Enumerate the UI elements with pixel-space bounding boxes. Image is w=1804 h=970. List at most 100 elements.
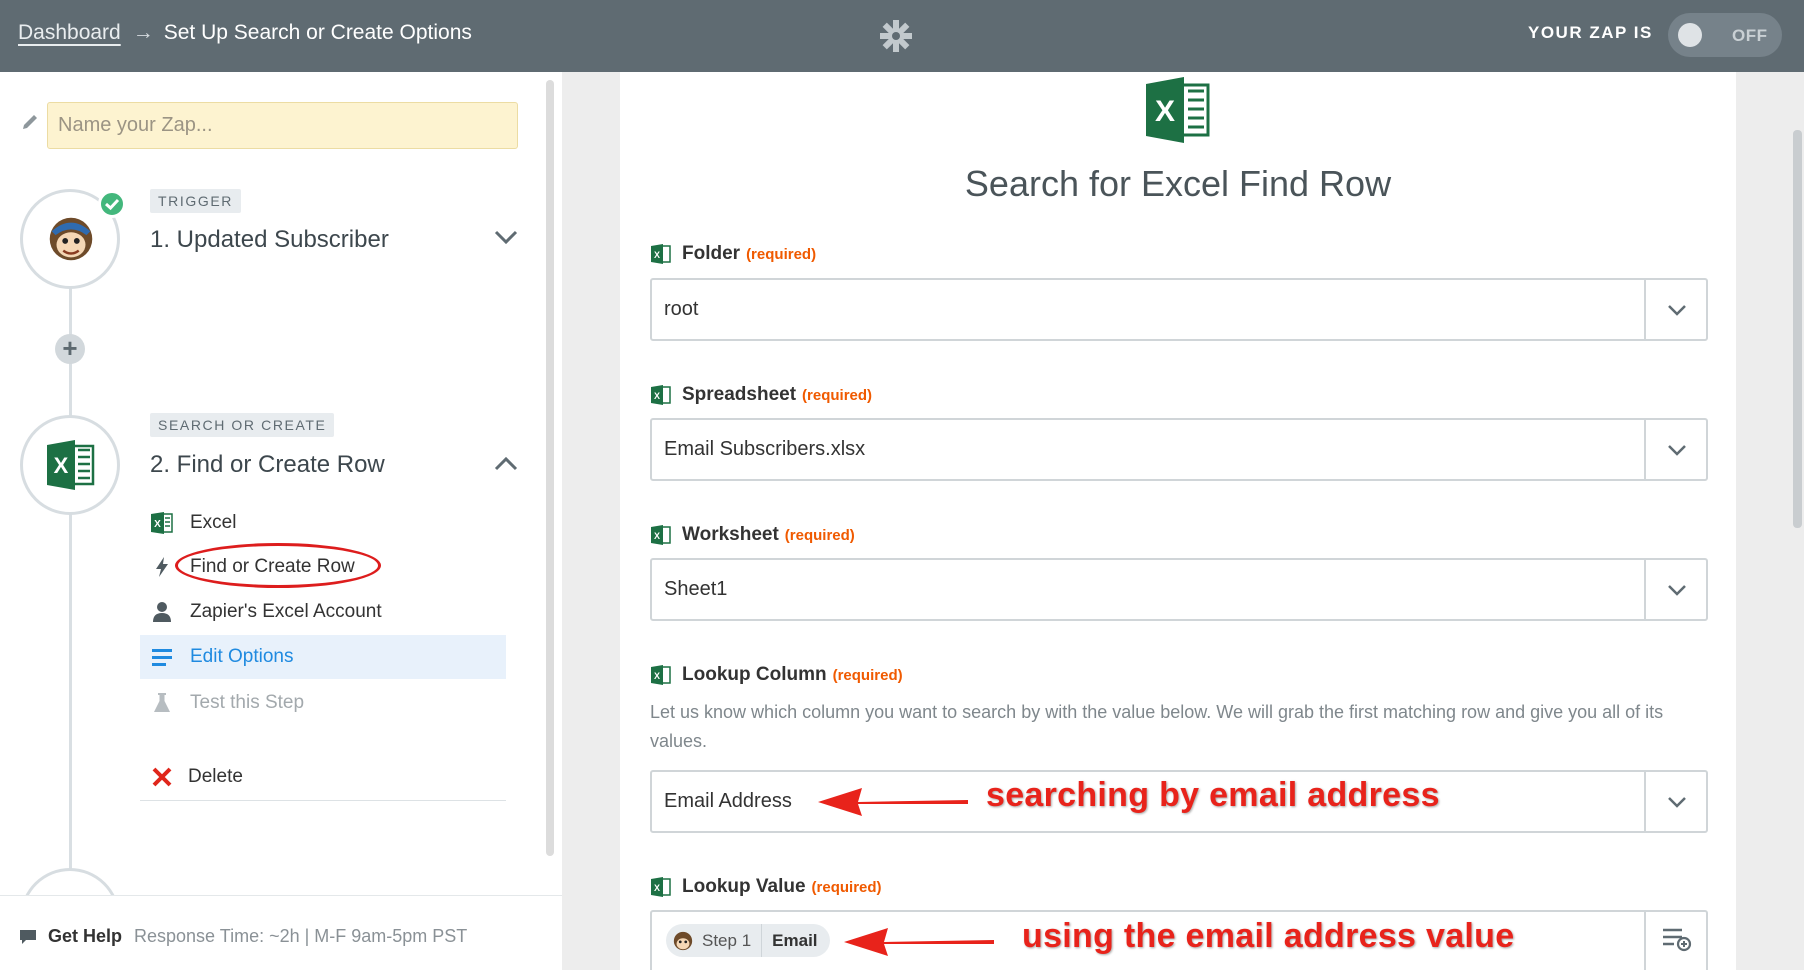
worksheet-select[interactable]: Sheet1 xyxy=(650,558,1708,621)
chevron-up-icon[interactable] xyxy=(493,451,519,477)
sub-step-label: Edit Options xyxy=(190,646,294,667)
annotation-arrow-icon xyxy=(818,788,968,816)
lookup-column-value: Email Address xyxy=(664,790,792,812)
chevron-down-icon xyxy=(1668,585,1686,596)
chevron-down-icon xyxy=(1668,305,1686,316)
spreadsheet-select[interactable]: Email Subscribers.xlsx xyxy=(650,418,1708,481)
divider xyxy=(140,800,506,801)
insert-field-icon xyxy=(1663,928,1692,952)
field-label-text: Folder xyxy=(682,243,741,264)
insert-field-button[interactable] xyxy=(1644,912,1706,970)
spreadsheet-value: Email Subscribers.xlsx xyxy=(664,438,866,460)
chevron-down-icon xyxy=(1668,797,1686,808)
sub-step-test[interactable]: Test this Step xyxy=(150,688,304,718)
pill-field-label: Email xyxy=(772,930,818,950)
worksheet-dropdown-button[interactable] xyxy=(1644,560,1706,619)
annotation-lookup-column: searching by email address xyxy=(986,776,1440,814)
sub-step-app[interactable]: X Excel xyxy=(150,508,236,538)
sub-step-edit-options[interactable]: Edit Options xyxy=(150,642,294,672)
zap-name-input[interactable] xyxy=(47,102,518,149)
step-timeline xyxy=(69,212,72,898)
excel-icon: X xyxy=(651,525,671,545)
get-help-link[interactable]: Get Help xyxy=(48,926,122,947)
list-icon xyxy=(152,649,172,666)
zap-on-off-toggle[interactable]: OFF xyxy=(1668,13,1782,57)
step-field-pill[interactable]: Step 1 Email xyxy=(666,924,830,957)
field-label-text: Worksheet xyxy=(682,524,779,545)
main-panel xyxy=(620,72,1736,970)
delete-label: Delete xyxy=(188,766,243,787)
chevron-down-icon xyxy=(1668,445,1686,456)
folder-value: root xyxy=(664,298,699,320)
trigger-tag: TRIGGER xyxy=(150,189,241,213)
response-time-text: Response Time: ~2h | M-F 9am-5pm PST xyxy=(134,926,468,946)
excel-icon: X xyxy=(651,244,671,264)
svg-text:X: X xyxy=(654,531,660,541)
action-tag: SEARCH OR CREATE xyxy=(150,413,335,437)
annotation-arrow-icon xyxy=(844,928,994,956)
excel-logo-icon: X xyxy=(1146,77,1210,143)
zap-status-label: YOUR ZAP IS xyxy=(1528,23,1653,42)
page-title: Search for Excel Find Row xyxy=(964,163,1392,204)
pill-step-label: Step 1 xyxy=(702,930,752,950)
top-bar: Dashboard → Set Up Search or Create Opti… xyxy=(0,0,1804,72)
svg-text:X: X xyxy=(654,671,660,681)
breadcrumb-current: Set Up Search or Create Options xyxy=(163,21,472,44)
delete-step-button[interactable]: Delete xyxy=(150,765,243,789)
excel-icon: X xyxy=(151,512,173,534)
action-step-circle[interactable]: X xyxy=(20,415,120,515)
lookup-column-help: Let us know which column you want to sea… xyxy=(650,702,1664,751)
svg-text:X: X xyxy=(1155,95,1175,128)
annotation-lookup-value: using the email address value xyxy=(1022,917,1515,955)
required-marker: (required) xyxy=(802,386,873,404)
main-scrollbar[interactable] xyxy=(1793,130,1802,528)
flask-icon xyxy=(154,693,170,712)
excel-icon: X xyxy=(651,665,671,685)
folder-dropdown-button[interactable] xyxy=(1644,280,1706,339)
folder-label: X Folder (required) xyxy=(650,243,816,265)
mailchimp-icon xyxy=(673,931,693,950)
required-marker: (required) xyxy=(832,666,903,684)
pencil-icon xyxy=(23,115,37,129)
spreadsheet-label: X Spreadsheet (required) xyxy=(650,384,872,406)
spreadsheet-dropdown-button[interactable] xyxy=(1644,420,1706,479)
required-marker: (required) xyxy=(784,526,855,544)
excel-icon: X xyxy=(651,877,671,897)
breadcrumb: Dashboard → Set Up Search or Create Opti… xyxy=(18,21,472,45)
highlight-ellipse xyxy=(175,543,381,588)
chevron-down-icon[interactable] xyxy=(493,224,519,250)
field-label-text: Lookup Column xyxy=(682,664,827,685)
lightning-icon xyxy=(156,557,168,577)
excel-icon: X xyxy=(47,440,95,490)
sidebar-scrollbar[interactable] xyxy=(546,80,554,856)
folder-select[interactable]: root xyxy=(650,278,1708,341)
lookup-column-dropdown-button[interactable] xyxy=(1644,772,1706,831)
required-marker: (required) xyxy=(746,245,817,263)
help-bar: Get Help Response Time: ~2h | M-F 9am-5p… xyxy=(0,895,562,970)
svg-text:X: X xyxy=(154,519,161,530)
toggle-knob xyxy=(1678,23,1702,47)
breadcrumb-dashboard-link[interactable]: Dashboard xyxy=(18,21,121,45)
lookup-column-label: X Lookup Column (required) xyxy=(650,664,903,686)
field-label-text: Spreadsheet xyxy=(682,384,797,405)
trigger-step-title[interactable]: 1. Updated Subscriber xyxy=(150,226,389,254)
sub-step-label: Test this Step xyxy=(190,692,305,713)
required-marker: (required) xyxy=(811,878,882,896)
sub-step-account[interactable]: Zapier's Excel Account xyxy=(150,597,382,627)
close-icon xyxy=(152,767,172,787)
sub-step-label: Excel xyxy=(190,512,237,533)
worksheet-label: X Worksheet (required) xyxy=(650,524,855,546)
breadcrumb-arrow-icon: → xyxy=(132,21,154,44)
svg-text:X: X xyxy=(654,250,660,260)
step-complete-check-icon xyxy=(98,190,126,218)
toggle-label: OFF xyxy=(1732,26,1768,45)
user-icon xyxy=(153,602,171,622)
svg-text:X: X xyxy=(654,391,660,401)
sub-step-label: Zapier's Excel Account xyxy=(190,601,382,622)
lookup-value-label: X Lookup Value (required) xyxy=(650,876,882,898)
pill-divider xyxy=(761,924,763,957)
action-step-title[interactable]: 2. Find or Create Row xyxy=(150,451,385,479)
add-step-button[interactable]: + xyxy=(55,334,85,364)
worksheet-value: Sheet1 xyxy=(664,578,728,600)
zapier-logo-icon[interactable] xyxy=(878,18,914,54)
